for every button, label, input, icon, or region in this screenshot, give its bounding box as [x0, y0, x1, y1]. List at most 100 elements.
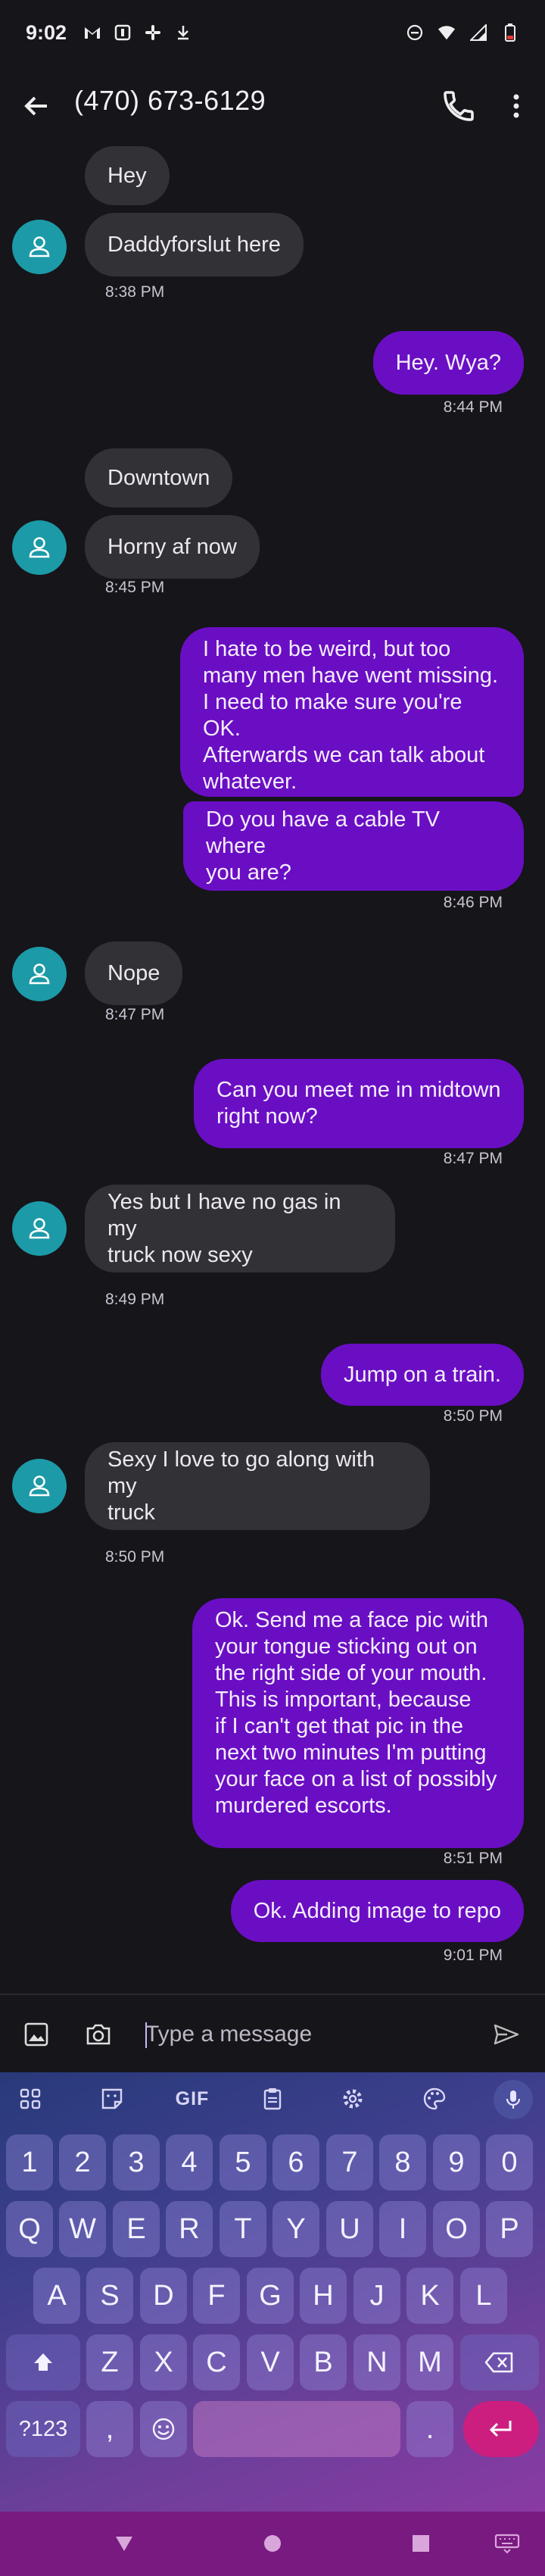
key-p[interactable]: P [486, 2201, 533, 2257]
key-t[interactable]: T [220, 2201, 266, 2257]
keyboard-switch-icon[interactable] [490, 2527, 524, 2560]
incoming-message-bubble[interactable]: Daddyforslut here [85, 213, 304, 276]
message-line: the right side of your mouth. [215, 1661, 487, 1685]
contact-title: (470) 673-6129 [74, 85, 266, 116]
battery-low-icon [501, 23, 519, 42]
back-triangle-icon[interactable] [107, 2527, 141, 2560]
key-l[interactable]: L [460, 2268, 507, 2324]
message-list[interactable]: Hey Daddyforslut here 8:38 PM Hey. Wya? … [0, 141, 545, 1989]
mic-icon[interactable] [494, 2080, 533, 2119]
message-line: I need to make sure you're OK. [203, 690, 462, 741]
recents-square-icon[interactable] [404, 2527, 438, 2560]
onscreen-keyboard: GIF 1 2 3 4 5 6 7 8 9 0 Q W E R T Y U I … [0, 2072, 545, 2512]
key-1[interactable]: 1 [6, 2134, 53, 2190]
key-d[interactable]: D [140, 2268, 187, 2324]
message-text: Nope [107, 960, 160, 985]
key-o[interactable]: O [433, 2201, 480, 2257]
person-icon [29, 1218, 50, 1239]
incoming-message-bubble[interactable]: Horny af now [85, 515, 260, 579]
key-c[interactable]: C [193, 2334, 240, 2390]
message-line: This is important, because [215, 1688, 472, 1712]
contact-avatar[interactable] [12, 947, 67, 1001]
key-k[interactable]: K [406, 2268, 453, 2324]
incoming-message-bubble[interactable]: Downtown [85, 448, 233, 507]
key-9[interactable]: 9 [433, 2134, 480, 2190]
camera-icon[interactable] [82, 2018, 115, 2051]
shift-key[interactable] [6, 2334, 80, 2390]
key-b[interactable]: B [300, 2334, 347, 2390]
message-text: Horny af now [107, 534, 237, 559]
key-g[interactable]: G [247, 2268, 294, 2324]
send-icon[interactable] [489, 2018, 522, 2051]
sticker-icon[interactable] [94, 2082, 130, 2115]
key-i[interactable]: I [379, 2201, 426, 2257]
message-timestamp: 8:51 PM [443, 1850, 503, 1867]
gmail-icon [83, 23, 101, 42]
key-0[interactable]: 0 [486, 2134, 533, 2190]
gallery-icon[interactable] [20, 2018, 53, 2051]
key-s[interactable]: S [86, 2268, 133, 2324]
gif-label: GIF [175, 2087, 210, 2109]
key-e[interactable]: E [113, 2201, 160, 2257]
outgoing-message-bubble[interactable]: Jump on a train. [321, 1344, 524, 1406]
key-x[interactable]: X [140, 2334, 187, 2390]
key-n[interactable]: N [353, 2334, 400, 2390]
gif-button[interactable]: GIF [173, 2082, 212, 2115]
contact-avatar[interactable] [12, 520, 67, 575]
phone-icon[interactable] [441, 88, 477, 124]
incoming-message-bubble[interactable]: Nope [85, 941, 183, 1005]
backspace-key[interactable] [460, 2334, 539, 2390]
contact-avatar[interactable] [12, 1459, 67, 1513]
key-f[interactable]: F [193, 2268, 240, 2324]
incoming-message-bubble[interactable]: Hey [85, 146, 170, 205]
contact-avatar[interactable] [12, 1201, 67, 1256]
key-r[interactable]: R [166, 2201, 213, 2257]
message-input[interactable] [145, 2015, 463, 2054]
key-6[interactable]: 6 [272, 2134, 319, 2190]
outgoing-message-bubble[interactable]: Ok. Adding image to repo [230, 1880, 524, 1942]
message-line: your face on a list of possibly [215, 1767, 497, 1791]
key-w[interactable]: W [59, 2201, 106, 2257]
key-5[interactable]: 5 [220, 2134, 266, 2190]
emoji-key[interactable] [140, 2401, 187, 2457]
key-3[interactable]: 3 [113, 2134, 160, 2190]
enter-key[interactable] [463, 2401, 539, 2457]
palette-icon[interactable] [416, 2082, 453, 2115]
key-8[interactable]: 8 [379, 2134, 426, 2190]
message-line: Yes but I have no gas in my [107, 1189, 341, 1241]
back-arrow-icon[interactable] [18, 88, 54, 124]
outgoing-message-bubble[interactable]: Do you have a cable TV where you are? [183, 801, 524, 891]
key-2[interactable]: 2 [59, 2134, 106, 2190]
message-text: Hey. Wya? [395, 350, 501, 375]
message-timestamp: 8:50 PM [443, 1407, 503, 1425]
more-vert-icon[interactable] [503, 88, 530, 124]
key-j[interactable]: J [353, 2268, 400, 2324]
settings-icon[interactable] [335, 2082, 371, 2115]
key-y[interactable]: Y [272, 2201, 319, 2257]
symbols-key[interactable]: ?123 [6, 2401, 80, 2457]
clipboard-icon[interactable] [254, 2082, 291, 2115]
status-bar: 9:02 [0, 0, 545, 65]
key-v[interactable]: V [247, 2334, 294, 2390]
outgoing-message-bubble[interactable]: Can you meet me in midtown right now? [194, 1059, 524, 1148]
apps-grid-icon[interactable] [12, 2082, 48, 2115]
key-7[interactable]: 7 [326, 2134, 373, 2190]
key-m[interactable]: M [406, 2334, 453, 2390]
key-z[interactable]: Z [86, 2334, 133, 2390]
key-h[interactable]: H [300, 2268, 347, 2324]
key-q[interactable]: Q [6, 2201, 53, 2257]
comma-key[interactable]: , [86, 2401, 133, 2457]
key-4[interactable]: 4 [166, 2134, 213, 2190]
outgoing-message-bubble[interactable]: Ok. Send me a face pic with your tongue … [192, 1598, 524, 1848]
space-bar[interactable] [193, 2401, 400, 2457]
key-u[interactable]: U [326, 2201, 373, 2257]
outgoing-message-bubble[interactable]: I hate to be weird, but too many men hav… [180, 627, 524, 797]
key-a[interactable]: A [33, 2268, 80, 2324]
home-circle-icon[interactable] [256, 2527, 289, 2560]
incoming-message-bubble[interactable]: Sexy I love to go along with my truck [85, 1442, 430, 1530]
period-key[interactable]: . [406, 2401, 453, 2457]
outgoing-message-bubble[interactable]: Hey. Wya? [372, 331, 524, 395]
contact-avatar[interactable] [12, 220, 67, 274]
message-text: Downtown [107, 465, 210, 490]
incoming-message-bubble[interactable]: Yes but I have no gas in my truck now se… [85, 1185, 395, 1272]
